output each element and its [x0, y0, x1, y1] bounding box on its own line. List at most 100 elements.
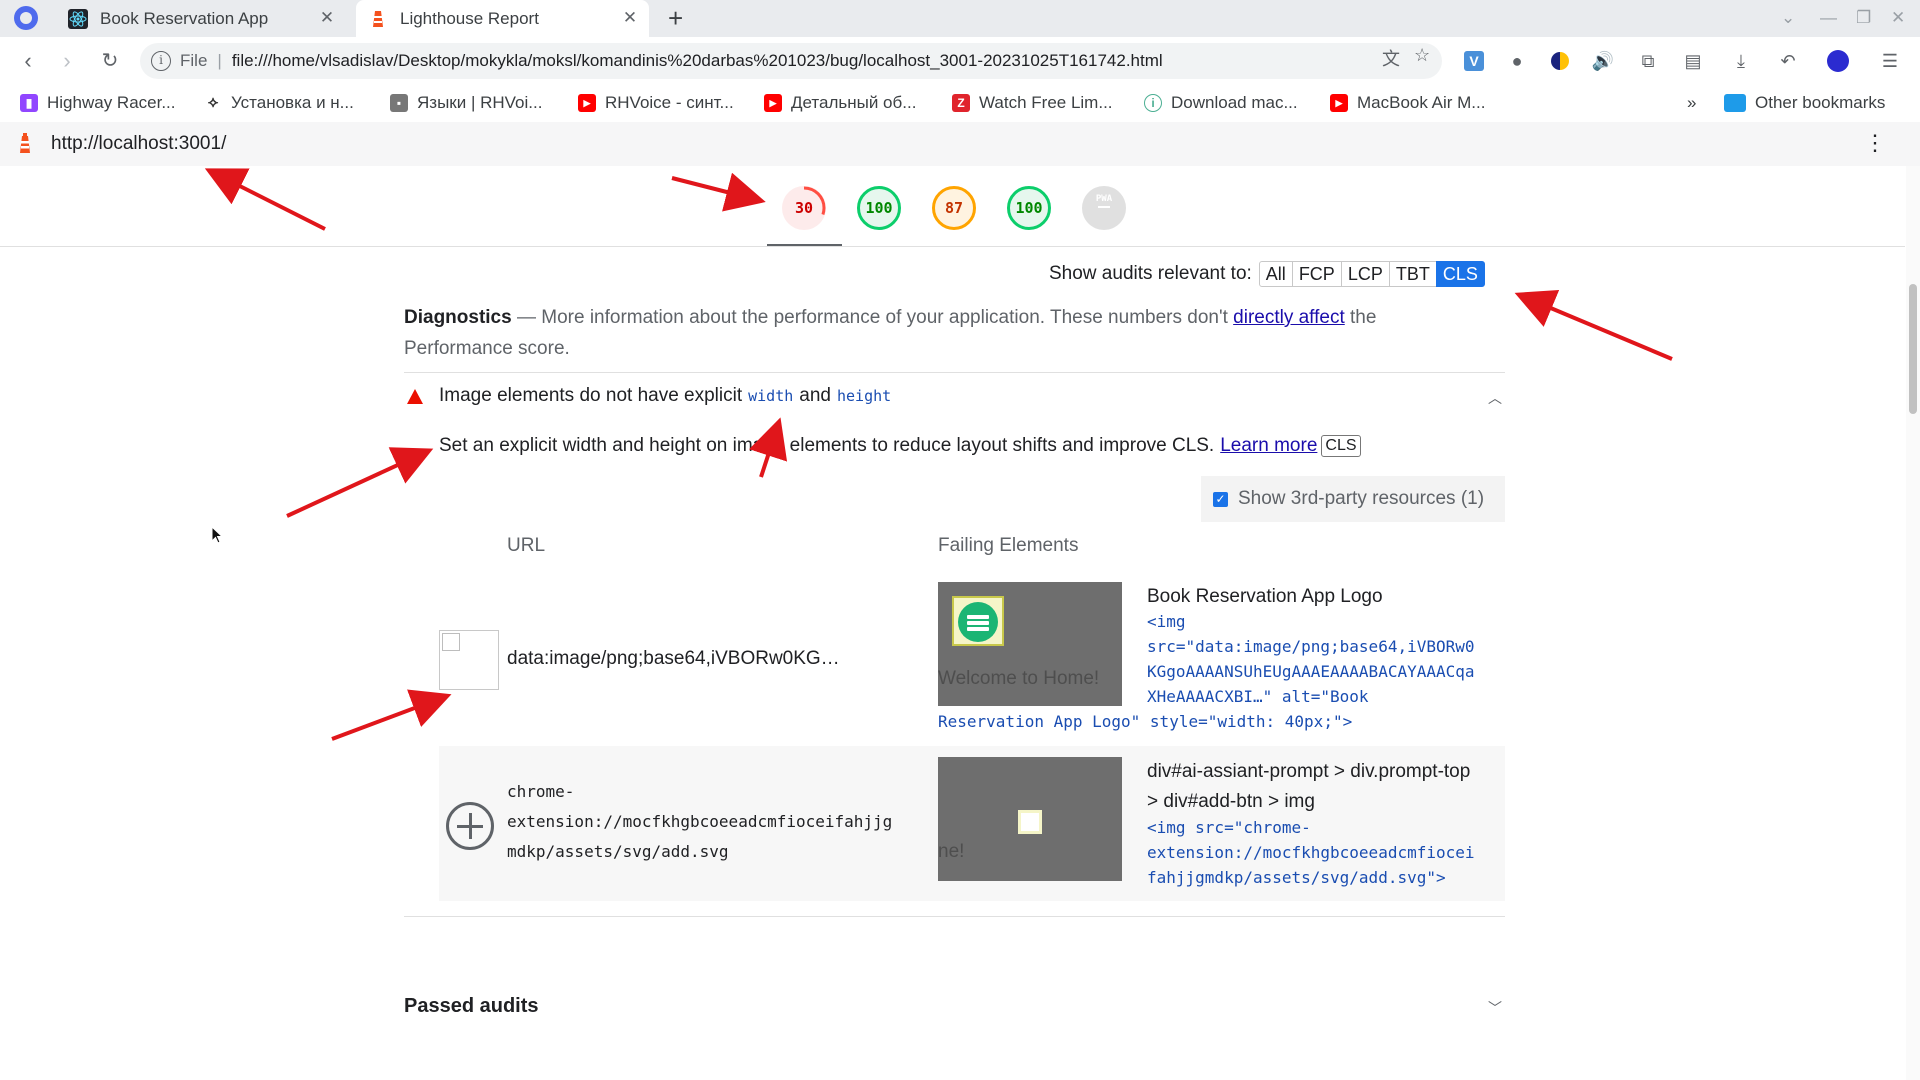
extension-half-circle-icon[interactable] — [1548, 49, 1572, 73]
youtube-icon: ▶ — [1330, 94, 1348, 112]
overflow-label: » — [1687, 93, 1697, 112]
bookmark-item[interactable]: ▶ RHVoice - синт... — [578, 91, 734, 115]
close-tab-icon[interactable]: ✕ — [318, 9, 336, 27]
snapshot-text: Welcome to Home! — [938, 668, 1100, 689]
new-tab-icon[interactable]: + — [668, 5, 683, 31]
filter-tbt[interactable]: TBT — [1388, 261, 1437, 287]
other-bookmarks[interactable]: Other bookmarks — [1724, 91, 1885, 115]
app-logo-icon — [958, 602, 998, 642]
accessibility-score: 100 — [865, 199, 893, 217]
performance-gauge[interactable]: 30 — [782, 186, 826, 230]
accessibility-gauge[interactable]: 100 — [857, 186, 901, 230]
tab-lighthouse-report[interactable]: Lighthouse Report ✕ — [356, 0, 649, 37]
tab-strip: Book Reservation App ✕ Lighthouse Report… — [0, 0, 1920, 37]
scroll-thumb[interactable] — [1909, 284, 1917, 414]
back-icon[interactable]: ‹ — [14, 47, 42, 75]
tab-archive-icon[interactable]: ▤ — [1681, 49, 1705, 73]
bookmarks-bar: ▮ Highway Racer... ⟡ Установка и н... ▪ Язы… — [0, 85, 1920, 121]
download-icon[interactable]: ⤓ — [1729, 49, 1753, 73]
filter-all[interactable]: All — [1258, 261, 1293, 287]
filter-fcp[interactable]: FCP — [1291, 261, 1342, 287]
pwa-label: PWA — [1095, 194, 1113, 204]
passed-audits-heading[interactable]: Passed audits — [404, 995, 539, 1018]
checkbox-checked-icon[interactable]: ✓ — [1213, 491, 1228, 507]
arrow — [331, 689, 452, 741]
translate-icon[interactable]: 文 — [1382, 45, 1400, 71]
close-window-icon[interactable]: ✕ — [1891, 8, 1905, 28]
audit-title-and: and — [799, 385, 831, 406]
audit-description: Set an explicit width and height on imag… — [439, 435, 1361, 457]
bookmark-item[interactable]: i Download mac... — [1144, 91, 1298, 115]
seo-gauge[interactable]: 100 — [1007, 186, 1051, 230]
scrollbar[interactable] — [1906, 166, 1920, 1080]
extension-v-icon[interactable]: V — [1462, 49, 1486, 73]
speaker-icon[interactable]: 🔊 — [1591, 49, 1615, 73]
info-icon[interactable]: i — [151, 51, 171, 71]
pwa-gauge[interactable]: PWA — [1082, 186, 1126, 230]
audit-code-height: height — [836, 387, 892, 405]
chevron-down-icon[interactable]: ﹀ — [1488, 998, 1502, 1018]
bookmark-label: Watch Free Lim... — [979, 93, 1113, 112]
audit-description-text: Set an explicit width and height on imag… — [439, 435, 1215, 456]
filter-lcp[interactable]: LCP — [1340, 261, 1390, 287]
audit-code-width: width — [748, 387, 794, 405]
column-header-failing: Failing Elements — [938, 535, 1079, 556]
best-practices-score: 87 — [944, 199, 964, 217]
logo-highlight — [952, 596, 1004, 646]
learn-more-link[interactable]: Learn more — [1220, 435, 1317, 457]
best-practices-gauge[interactable]: 87 — [932, 186, 976, 230]
bookmark-item[interactable]: ▮ Highway Racer... — [20, 91, 176, 115]
audit-filter: Show audits relevant to: All FCP LCP TBT… — [1049, 261, 1485, 287]
bookmark-item[interactable]: Z Watch Free Lim... — [952, 91, 1113, 115]
lighthouse-topbar: http://localhost:3001/ ⋮ — [0, 122, 1920, 166]
toolbar: ‹ › ↻ i File | file:///home/vlsadislav/D… — [0, 37, 1920, 85]
chevron-up-icon[interactable]: ︿ — [1488, 388, 1502, 408]
row-url[interactable]: chrome- extension://mocfkhgbcoeeadcmfioc… — [507, 777, 892, 867]
tab-title: Lighthouse Report — [400, 8, 539, 28]
element-screenshot: ne! — [938, 757, 1122, 881]
element-code: <img src="data:image/png;base64,iVBORw0 … — [1147, 612, 1475, 706]
element-label: div#ai-assiant-prompt > div.prompt-top >… — [1147, 761, 1471, 812]
divider — [404, 916, 1505, 917]
add-icon — [446, 802, 494, 850]
bookmark-item[interactable]: ▶ Детальный об... — [764, 91, 916, 115]
undo-icon[interactable]: ↶ — [1776, 49, 1800, 73]
bookmark-label: Download mac... — [1171, 93, 1298, 112]
profile-avatar-icon[interactable] — [1826, 49, 1850, 73]
diagnostics-header: Diagnostics — More information about the… — [404, 302, 1434, 364]
diagnostics-title: Diagnostics — [404, 307, 512, 328]
page-icon: ▪ — [390, 94, 408, 112]
more-options-icon[interactable]: ⋮ — [1864, 132, 1886, 154]
bookmark-label: Установка и н... — [231, 93, 354, 112]
browser-logo-icon[interactable] — [14, 6, 38, 30]
reload-icon[interactable]: ↻ — [96, 47, 124, 75]
tab-search-icon[interactable]: ⌄ — [1781, 8, 1795, 28]
audit-title[interactable]: Image elements do not have explicit widt… — [414, 385, 897, 407]
forward-icon[interactable]: › — [53, 47, 81, 75]
minimize-icon[interactable]: — — [1820, 8, 1837, 28]
z-icon: Z — [952, 94, 970, 112]
bookmark-label: Детальный об... — [791, 93, 917, 112]
bookmark-item[interactable]: ▶ MacBook Air M... — [1330, 91, 1485, 115]
twitch-icon: ▮ — [20, 94, 38, 112]
extension-planet-icon[interactable]: ● — [1505, 49, 1529, 73]
address-bar[interactable]: i File | file:///home/vlsadislav/Desktop… — [140, 43, 1442, 79]
close-tab-icon[interactable]: ✕ — [621, 9, 639, 27]
menu-icon[interactable]: ☰ — [1878, 49, 1902, 73]
tab-book-reservation[interactable]: Book Reservation App ✕ — [56, 0, 346, 37]
row-url[interactable]: data:image/png;base64,iVBORw0KG… — [507, 648, 840, 670]
report-url[interactable]: http://localhost:3001/ — [51, 133, 226, 155]
bookmarks-overflow-icon[interactable]: » — [1687, 91, 1696, 115]
directly-affect-link[interactable]: directly affect — [1233, 307, 1345, 328]
bookmark-item[interactable]: ⟡ Установка и н... — [204, 91, 354, 115]
bookmark-item[interactable]: ▪ Языки | RHVoi... — [390, 91, 542, 115]
extensions-puzzle-icon[interactable]: ⧉ — [1636, 49, 1660, 73]
restore-icon[interactable]: ❐ — [1856, 8, 1871, 28]
filter-cls[interactable]: CLS — [1435, 261, 1485, 287]
active-category-underline — [767, 244, 842, 246]
address-url[interactable]: file:///home/vlsadislav/Desktop/mokykla/… — [232, 51, 1163, 71]
arrow — [1514, 289, 1673, 361]
bookmark-star-icon[interactable]: ☆ — [1414, 45, 1430, 66]
third-party-toggle[interactable]: ✓ Show 3rd-party resources (1) — [1201, 476, 1505, 522]
element-code: <img src="chrome- extension://mocfkhgbco… — [1147, 818, 1475, 887]
